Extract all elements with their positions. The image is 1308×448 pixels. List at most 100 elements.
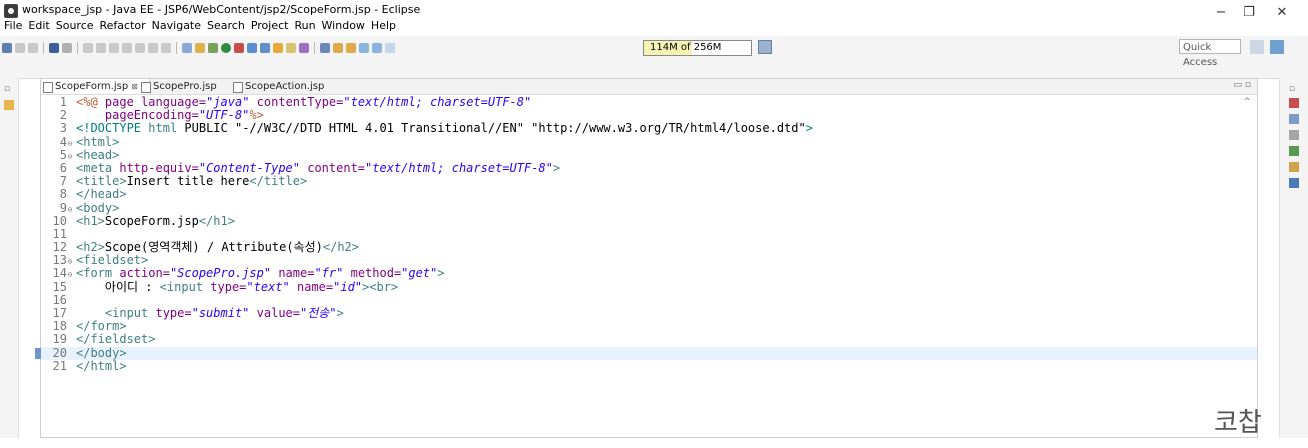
last-edit-icon[interactable] <box>359 43 369 53</box>
tab-scopeform[interactable]: ScopeForm.jsp ⊠ <box>41 79 150 94</box>
menu-navigate[interactable]: Navigate <box>149 18 204 34</box>
code-token: Scope(영역객체) / Attribute(속성) <box>104 240 323 255</box>
code-line[interactable]: 17 <input type="submit" value="전송"> <box>41 306 1257 320</box>
menu-project[interactable]: Project <box>248 18 292 34</box>
code-token: method= <box>350 266 402 281</box>
step-return-icon[interactable] <box>161 43 171 53</box>
menu-search[interactable]: Search <box>204 18 248 34</box>
coverage-icon[interactable] <box>234 43 244 53</box>
plugin-icon[interactable] <box>208 43 218 53</box>
terminate-icon[interactable] <box>109 43 119 53</box>
tab-scopeaction[interactable]: ScopeAction.jsp <box>231 79 345 94</box>
tab-scopepro[interactable]: ScopePro.jsp <box>139 79 233 94</box>
forward-icon[interactable] <box>385 43 395 53</box>
open-task-icon[interactable] <box>286 43 296 53</box>
menu-help[interactable]: Help <box>368 18 399 34</box>
servers-view-icon[interactable] <box>1289 146 1299 156</box>
scroll-up-icon[interactable]: ^ <box>1243 97 1251 107</box>
code-token: value= <box>256 306 300 320</box>
code-token: "text/html; charset=UTF-8" <box>343 95 532 109</box>
quick-access-input[interactable]: Quick Access <box>1179 39 1241 68</box>
markers-icon[interactable] <box>1289 130 1299 140</box>
menu-window[interactable]: Window <box>319 18 368 34</box>
task-list-icon[interactable] <box>1289 114 1299 124</box>
menu-run[interactable]: Run <box>291 18 318 34</box>
tab-close-icon[interactable]: ⊠ <box>131 82 138 91</box>
search-icon[interactable] <box>299 43 309 53</box>
code-line[interactable]: 3 <!DOCTYPE html PUBLIC "-//W3C//DTD HTML… <box>41 122 1257 135</box>
menu-bar: File Edit Source Refactor Navigate Search Proj… <box>0 18 1308 34</box>
run-icon[interactable] <box>221 43 231 53</box>
minimize-maximize-icon[interactable]: ▭ ▫ <box>1234 80 1251 90</box>
code-line[interactable]: 4⊖ <html> <box>41 134 1257 149</box>
resume-icon[interactable] <box>83 43 93 53</box>
code-token: <!DOCTYPE <box>76 121 142 136</box>
code-line[interactable]: 20 </body> <box>35 346 1257 360</box>
eclipse-app-icon <box>4 4 18 18</box>
code-line[interactable]: 10 <h1>ScopeForm.jsp</h1> <box>41 213 1257 228</box>
suspend-icon[interactable] <box>96 43 106 53</box>
code-line[interactable]: 12 <h2>Scope(영역객체) / Attribute(속성)</h2> <box>41 240 1257 255</box>
code-token: %> <box>249 108 264 123</box>
external-tools-icon[interactable] <box>247 43 257 53</box>
menu-refactor[interactable]: Refactor <box>97 18 149 34</box>
menu-edit[interactable]: Edit <box>25 18 52 34</box>
code-token: <head> <box>76 147 120 162</box>
open-type-icon[interactable] <box>273 43 283 53</box>
skip-breakpoints-icon[interactable] <box>62 43 72 53</box>
restore-view-icon[interactable]: ▫ <box>1289 84 1299 94</box>
garbage-collect-icon[interactable] <box>758 40 772 54</box>
restore-view-icon[interactable]: ▫ <box>4 84 14 94</box>
line-number: 4 <box>59 134 67 149</box>
current-line-marker <box>35 347 41 359</box>
new-server-icon[interactable] <box>260 43 270 53</box>
line-number: 10 <box>52 213 67 228</box>
java-ee-perspective-icon[interactable] <box>1270 40 1284 54</box>
code-token: </head> <box>76 187 127 202</box>
save-all-icon[interactable] <box>28 43 38 53</box>
project-explorer-icon[interactable] <box>4 100 14 110</box>
disconnect-icon[interactable] <box>122 43 132 53</box>
outline-icon[interactable] <box>1289 98 1299 108</box>
code-token: action= <box>119 266 170 281</box>
toolbar-icons <box>2 42 395 54</box>
code-token: PUBLIC <box>177 121 235 136</box>
code-line[interactable]: 19 </fieldset> <box>41 333 1257 346</box>
step-into-icon[interactable] <box>135 43 145 53</box>
data-source-icon[interactable] <box>1289 162 1299 172</box>
code-token: "ScopePro.jsp" <box>169 266 272 281</box>
code-line[interactable]: 21 </html> <box>41 359 1257 373</box>
code-line[interactable]: 7 <title>Insert title here</title> <box>41 174 1257 188</box>
new-icon[interactable] <box>2 43 12 53</box>
save-icon[interactable] <box>15 43 25 53</box>
code-token: > <box>336 306 344 320</box>
back-icon[interactable] <box>372 43 382 53</box>
code-line[interactable]: 18 </form> <box>41 319 1257 333</box>
next-annotation-icon[interactable] <box>333 43 343 53</box>
code-line[interactable]: 8 </head> <box>41 188 1257 201</box>
line-number: 14 <box>52 266 67 281</box>
code-text: <input type="submit" value="전송"> <box>73 306 344 320</box>
watermark-text: 코찹 <box>1214 408 1262 438</box>
step-over-icon[interactable] <box>148 43 158 53</box>
prev-annotation-icon[interactable] <box>346 43 356 53</box>
terminal-icon[interactable] <box>49 43 59 53</box>
servers-icon[interactable] <box>182 43 192 53</box>
annotation-icon[interactable] <box>320 43 330 53</box>
menu-file[interactable]: File <box>1 18 25 34</box>
code-token: "id" <box>333 279 363 294</box>
code-token: page language= <box>104 95 207 109</box>
code-text: <body> <box>73 201 119 215</box>
menu-source[interactable]: Source <box>53 18 97 34</box>
open-perspective-icon[interactable] <box>1250 40 1264 54</box>
debug-icon[interactable] <box>195 43 205 53</box>
code-text: </form> <box>73 319 127 333</box>
code-text: 아이디 : <input type="text" name="id"><br> <box>73 280 398 294</box>
heap-status[interactable]: 114M of 256M <box>643 40 752 56</box>
code-text: </body> <box>73 346 127 360</box>
code-editor[interactable]: ScopeForm.jsp ⊠ ScopePro.jsp ScopeAction.… <box>35 78 1258 438</box>
heap-status-text: 114M of 256M <box>650 42 722 53</box>
console-icon[interactable] <box>1289 178 1299 188</box>
code-line[interactable]: 15 아이디 : <input type="text" name="id"><b… <box>41 280 1257 294</box>
code-area[interactable]: 1 <%@ page language="java" contentType="t… <box>35 95 1257 434</box>
